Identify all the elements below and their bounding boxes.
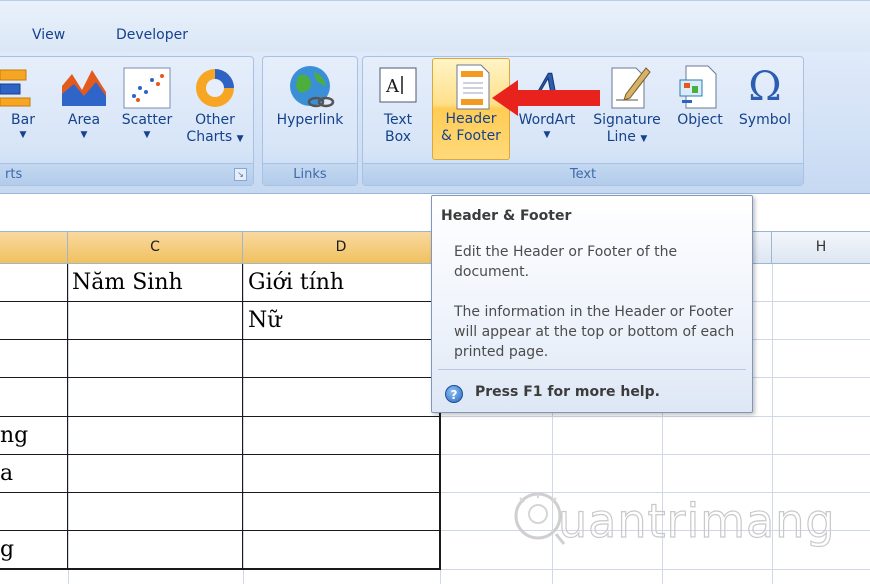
- symbol-button[interactable]: Ω Symbol: [734, 60, 796, 160]
- chevron-down-icon: ▼: [543, 130, 551, 140]
- cell-b6[interactable]: a: [0, 461, 13, 486]
- text-box-button[interactable]: A Text Box: [370, 60, 426, 160]
- column-header-b[interactable]: [0, 232, 68, 263]
- globe-link-icon: [268, 62, 352, 112]
- tab-developer[interactable]: Developer: [116, 27, 188, 43]
- tooltip-title: Header & Footer: [441, 208, 572, 224]
- text-group-label: Text: [363, 163, 803, 185]
- omega-icon: Ω: [748, 64, 782, 110]
- chevron-down-icon: ▼: [640, 134, 648, 144]
- chevron-down-icon: ▼: [236, 134, 244, 144]
- cell-d1[interactable]: Giới tính: [248, 270, 344, 295]
- object-button[interactable]: Object: [672, 60, 728, 160]
- tooltip-description: Edit the Header or Footer of the documen…: [454, 244, 678, 280]
- column-header-h[interactable]: H: [772, 232, 870, 263]
- cell-b8[interactable]: g: [0, 537, 14, 562]
- other-charts-icon: [182, 62, 248, 112]
- bar-chart-icon: [0, 62, 46, 112]
- header-footer-tooltip: Header & Footer Edit the Header or Foote…: [431, 195, 753, 413]
- chevron-down-icon: ▼: [143, 130, 151, 140]
- hyperlink-button[interactable]: Hyperlink: [268, 60, 352, 160]
- scatter-chart-icon: [118, 62, 176, 112]
- text-box-icon: A: [370, 62, 426, 112]
- chevron-down-icon: ▼: [80, 130, 88, 140]
- ribbon-tab-strip: View Developer: [0, 0, 870, 52]
- scatter-chart-button[interactable]: Scatter ▼: [118, 60, 176, 160]
- tooltip-divider: [438, 369, 746, 370]
- tab-view[interactable]: View: [32, 27, 65, 43]
- tooltip-help-text: Press F1 for more help.: [475, 384, 660, 400]
- watermark: uantrimang: [512, 480, 852, 570]
- tooltip-detail: The information in the Header or Footer …: [454, 304, 735, 360]
- cell-c1[interactable]: Năm Sinh: [72, 270, 183, 295]
- help-icon: ?: [445, 385, 463, 403]
- cell-d2[interactable]: Nữ: [248, 308, 281, 333]
- area-chart-icon: [58, 62, 110, 112]
- column-header-c[interactable]: C: [68, 232, 243, 263]
- area-chart-button[interactable]: Area ▼: [58, 60, 110, 160]
- links-group-label: Links: [263, 163, 357, 185]
- other-charts-button[interactable]: Other Charts ▼: [182, 60, 248, 160]
- bar-chart-button[interactable]: Bar ▼: [0, 60, 46, 160]
- svg-text:A: A: [385, 76, 400, 97]
- object-icon: [672, 62, 728, 112]
- charts-dialog-launcher[interactable]: ↘: [234, 168, 247, 181]
- excel-window: View Developer rts ↘ Bar ▼ Area ▼ Scatte…: [0, 0, 870, 584]
- column-header-d[interactable]: D: [243, 232, 440, 263]
- chevron-down-icon: ▼: [19, 130, 27, 140]
- charts-group-label: rts: [0, 163, 253, 185]
- red-arrow-icon: [492, 80, 600, 116]
- cell-b5[interactable]: ng: [0, 423, 28, 448]
